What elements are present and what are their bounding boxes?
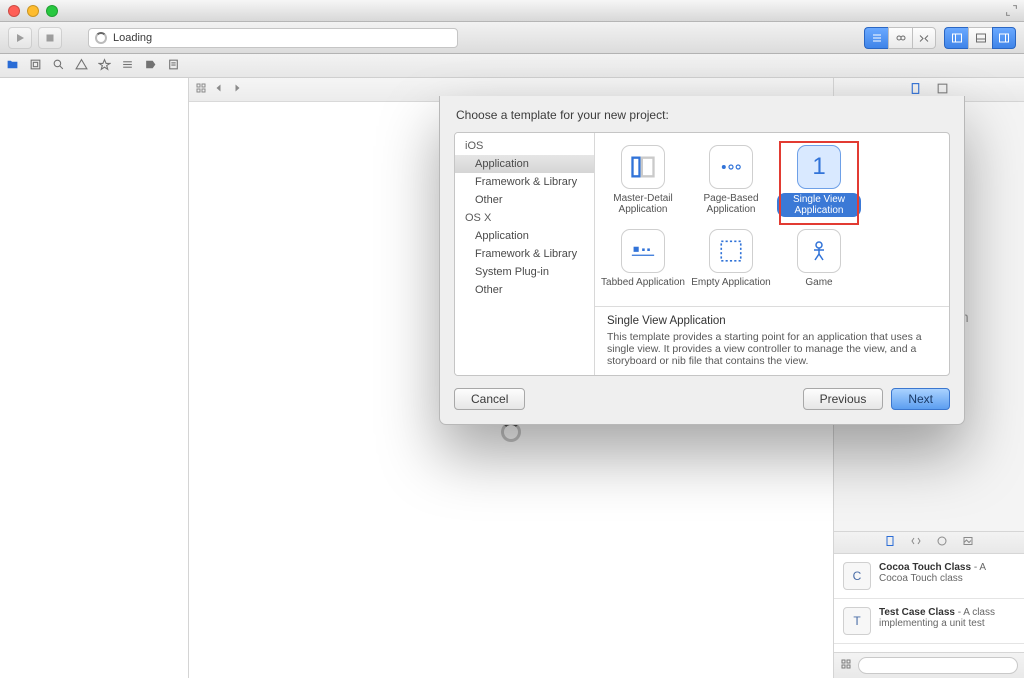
template-master-detail[interactable]: Master-Detail Application <box>599 141 687 221</box>
view-mode-icon[interactable] <box>840 658 852 673</box>
go-forward-icon[interactable] <box>231 82 243 97</box>
main-toolbar: Loading <box>0 22 1024 54</box>
close-window-button[interactable] <box>8 5 20 17</box>
find-nav-icon[interactable] <box>52 58 65 74</box>
template-category-sidebar: iOS Application Framework & Library Othe… <box>455 133 595 375</box>
toggle-navigator-button[interactable] <box>944 27 968 49</box>
class-file-icon: C <box>843 562 871 590</box>
sidebar-item-ios-application[interactable]: Application <box>455 155 594 173</box>
activity-viewer: Loading <box>88 28 458 48</box>
library-item-test-case-class[interactable]: T Test Case Class - A class implementing… <box>834 599 1024 644</box>
project-nav-icon[interactable] <box>6 58 19 74</box>
run-button[interactable] <box>8 27 32 49</box>
sheet-body: iOS Application Framework & Library Othe… <box>454 132 950 376</box>
navigator-area <box>0 78 189 678</box>
single-view-icon: 1 <box>797 145 841 189</box>
library-tabs <box>834 532 1024 554</box>
sidebar-item-osx-application[interactable]: Application <box>455 227 594 245</box>
next-button[interactable]: Next <box>891 388 950 410</box>
template-tabbed[interactable]: Tabbed Application <box>599 225 687 292</box>
issue-nav-icon[interactable] <box>75 58 88 74</box>
template-desc-title: Single View Application <box>607 315 937 327</box>
sidebar-item-osx-plugin[interactable]: System Plug-in <box>455 263 594 281</box>
toggle-debug-button[interactable] <box>968 27 992 49</box>
template-grid: Master-Detail Application Page-Based App… <box>595 133 949 306</box>
template-label: Master-Detail Application <box>601 193 685 215</box>
object-library-icon[interactable] <box>936 535 948 550</box>
assistant-editor-button[interactable] <box>888 27 912 49</box>
template-game[interactable]: Game <box>775 225 863 292</box>
panel-toggle-segmented <box>944 27 1016 49</box>
minimize-window-button[interactable] <box>27 5 39 17</box>
library-list[interactable]: C Cocoa Touch Class - A Cocoa Touch clas… <box>834 554 1024 652</box>
template-label: Page-Based Application <box>689 193 773 215</box>
toggle-utilities-button[interactable] <box>992 27 1016 49</box>
library-item-cocoa-touch-class[interactable]: C Cocoa Touch Class - A Cocoa Touch clas… <box>834 554 1024 599</box>
editor-area: Choose a template for your new project: … <box>189 78 834 678</box>
media-library-icon[interactable] <box>962 535 974 550</box>
game-icon <box>797 229 841 273</box>
template-picker: Master-Detail Application Page-Based App… <box>595 133 949 375</box>
new-project-sheet: Choose a template for your new project: … <box>439 96 965 425</box>
go-back-icon[interactable] <box>213 82 225 97</box>
template-label: Tabbed Application <box>601 277 685 288</box>
sidebar-item-ios-other[interactable]: Other <box>455 191 594 209</box>
template-label: Game <box>805 277 832 288</box>
window-titlebar <box>0 0 1024 22</box>
template-page-based[interactable]: Page-Based Application <box>687 141 775 221</box>
template-label: Empty Application <box>691 277 771 288</box>
debug-nav-icon[interactable] <box>121 58 134 74</box>
file-template-library-icon[interactable] <box>884 535 896 550</box>
loading-spinner-icon <box>501 422 521 442</box>
traffic-lights <box>8 5 58 17</box>
previous-button[interactable]: Previous <box>803 388 884 410</box>
activity-text: Loading <box>113 32 152 44</box>
template-label: Single View Application <box>777 193 861 217</box>
sheet-prompt: Choose a template for your new project: <box>440 96 964 132</box>
toolbar-right-cluster <box>864 27 1016 49</box>
library-item-title: Test Case Class <box>879 607 955 618</box>
empty-app-icon <box>709 229 753 273</box>
library-filter-input[interactable] <box>858 657 1018 674</box>
sidebar-item-osx-other[interactable]: Other <box>455 281 594 299</box>
template-description: Single View Application This template pr… <box>595 306 949 375</box>
sidebar-head-osx: OS X <box>455 209 594 227</box>
navigator-tabs <box>0 54 1024 78</box>
editor-mode-segmented <box>864 27 936 49</box>
breakpoint-nav-icon[interactable] <box>144 58 157 74</box>
related-items-icon[interactable] <box>195 82 207 97</box>
test-file-icon: T <box>843 607 871 635</box>
editor-stage: Choose a template for your new project: … <box>189 102 833 678</box>
test-nav-icon[interactable] <box>98 58 111 74</box>
standard-editor-button[interactable] <box>864 27 888 49</box>
sidebar-item-osx-framework[interactable]: Framework & Library <box>455 245 594 263</box>
tabbed-icon <box>621 229 665 273</box>
template-single-view[interactable]: 1 Single View Application <box>775 141 863 221</box>
cancel-button[interactable]: Cancel <box>454 388 525 410</box>
template-desc-body: This template provides a starting point … <box>607 331 937 367</box>
sidebar-item-ios-framework[interactable]: Framework & Library <box>455 173 594 191</box>
fullscreen-icon[interactable] <box>1005 4 1018 17</box>
code-snippet-library-icon[interactable] <box>910 535 922 550</box>
version-editor-button[interactable] <box>912 27 936 49</box>
sidebar-head-ios: iOS <box>455 137 594 155</box>
zoom-window-button[interactable] <box>46 5 58 17</box>
library-filter-bar <box>834 652 1024 678</box>
report-nav-icon[interactable] <box>167 58 180 74</box>
stop-button[interactable] <box>38 27 62 49</box>
master-detail-icon <box>621 145 665 189</box>
library-item-title: Cocoa Touch Class <box>879 562 971 573</box>
spinner-icon <box>95 32 107 44</box>
symbol-nav-icon[interactable] <box>29 58 42 74</box>
library-item-playground[interactable]: ▶ Playground - A Playground <box>834 644 1024 652</box>
workspace: Choose a template for your new project: … <box>0 78 1024 678</box>
sheet-button-bar: Cancel Previous Next <box>440 376 964 424</box>
page-based-icon <box>709 145 753 189</box>
template-empty[interactable]: Empty Application <box>687 225 775 292</box>
